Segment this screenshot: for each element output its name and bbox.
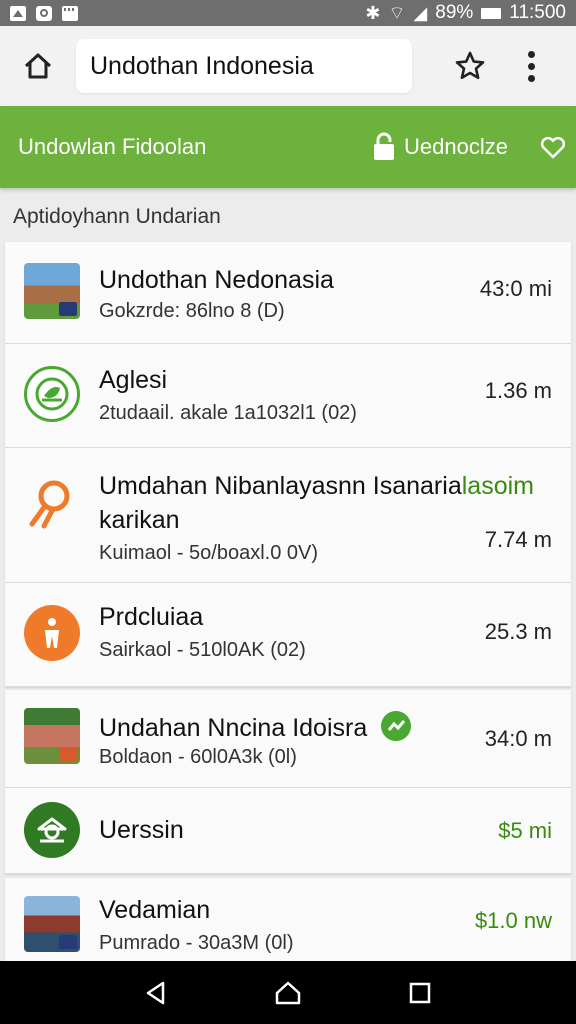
location-pin-icon <box>24 476 80 532</box>
list-item[interactable]: Aglesi 2tudaail. akale 1a1032l1 (02) 1.3… <box>5 344 571 448</box>
item-title: Uerssin <box>99 816 184 844</box>
heart-icon <box>540 136 566 159</box>
item-distance: 25.3 m <box>484 619 552 644</box>
bluetooth-icon: ✱ <box>365 2 381 23</box>
item-distance: 7.74 m <box>484 527 552 552</box>
item-distance: 43:0 mi <box>479 276 552 301</box>
bookmark-button[interactable] <box>450 46 490 86</box>
item-distance: $1.0 nw <box>474 908 552 933</box>
lock-icon <box>374 132 395 160</box>
recents-button[interactable] <box>400 973 440 1013</box>
home-icon <box>24 53 52 79</box>
list-item[interactable]: Vedamian Pumrado - 30a3M (0l) $1.0 nw <box>5 878 571 964</box>
item-subtitle: Boldaon - 60l0A3k (0l) <box>99 746 297 768</box>
list-item[interactable]: Uerssin $5 mi <box>5 788 571 874</box>
leaf-icon <box>24 366 80 422</box>
item-title-text: Undahan Nncina Idoisra <box>99 714 368 742</box>
item-subtitle: Sairkaol - 510l0AK (02) <box>99 639 306 661</box>
item-subtitle: Pumrado - 30a3M (0l) <box>99 932 294 954</box>
item-title: Undahan Nncina Idoisra <box>99 710 412 743</box>
verified-icon <box>381 711 412 741</box>
item-distance: $5 mi <box>498 818 552 843</box>
system-nav-bar <box>0 961 576 1024</box>
recents-square-icon <box>409 982 431 1003</box>
building-photo-icon <box>24 896 80 952</box>
app-bar-action-label: Uednoclze <box>404 134 508 159</box>
item-title-highlight: lasoim <box>461 472 534 500</box>
item-title-line2: karikan <box>99 506 180 534</box>
battery-icon <box>481 7 502 19</box>
list-item[interactable]: Undothan Nedonasia Gokzrde: 86lno 8 (D) … <box>5 242 571 344</box>
person-photo-icon <box>24 708 80 764</box>
app-notification-icon <box>36 5 52 21</box>
item-subtitle: Kuimaol - 5o/boaxl.0 0V) <box>99 542 319 564</box>
item-distance: 34:0 m <box>484 726 552 751</box>
item-title: Umdahan Nibanlayasnn Isanarialasoim <box>99 472 534 501</box>
mosque-photo-icon <box>24 263 80 319</box>
image-notification-icon <box>10 5 26 21</box>
item-title: Vedamian <box>99 896 211 924</box>
menu-dot-icon <box>527 74 535 82</box>
app-bar-title: Undowlan Fidoolan <box>18 134 207 159</box>
home-nav-icon <box>275 981 301 1004</box>
status-bar: ✱ ⌔ ◢ 89% 11:500 <box>0 0 576 26</box>
app-bar: Undowlan Fidoolan Uednoclze <box>0 106 576 188</box>
battery-percent: 89% <box>435 2 474 23</box>
item-title: Aglesi <box>99 366 168 394</box>
item-subtitle: 2tudaail. akale 1a1032l1 (02) <box>99 402 357 424</box>
back-triangle-icon <box>146 981 165 1004</box>
media-notification-icon <box>62 5 78 21</box>
signal-icon: ◢ <box>413 2 428 23</box>
item-title: Prdcluiaa <box>99 603 204 631</box>
star-icon <box>455 51 485 80</box>
section-title: Aptidoyhann Undarian <box>13 205 221 228</box>
list-item[interactable]: Umdahan Nibanlayasnn Isanarialasoim kari… <box>5 448 571 583</box>
url-text: Undothan Indonesia <box>90 51 314 80</box>
results-list: Undothan Nedonasia Gokzrde: 86lno 8 (D) … <box>5 242 571 964</box>
app-bar-action-button[interactable]: Uednoclze <box>372 132 508 162</box>
item-distance: 1.36 m <box>484 378 552 403</box>
home-nav-button[interactable] <box>268 973 308 1013</box>
item-title: Undothan Nedonasia <box>99 266 334 294</box>
clock: 11:500 <box>509 2 566 23</box>
list-item[interactable]: Undahan Nncina Idoisra Boldaon - 60l0A3k… <box>5 690 571 788</box>
url-bar[interactable]: Undothan Indonesia <box>76 39 412 93</box>
menu-dot-icon <box>527 62 535 70</box>
item-subtitle: Gokzrde: 86lno 8 (D) <box>99 300 285 322</box>
home-button[interactable] <box>0 26 76 106</box>
favorite-button[interactable] <box>540 134 566 160</box>
temple-icon <box>24 802 80 858</box>
person-icon <box>24 605 80 661</box>
overflow-menu-button[interactable] <box>516 46 546 86</box>
browser-toolbar: Undothan Indonesia <box>0 26 576 106</box>
menu-dot-icon <box>527 50 535 58</box>
wifi-icon: ⌔ <box>388 2 406 23</box>
list-item[interactable]: Prdcluiaa Sairkaol - 510l0AK (02) 25.3 m <box>5 583 571 687</box>
item-title-text: Umdahan Nibanlayasnn Isanaria <box>99 472 462 500</box>
back-button[interactable] <box>136 973 176 1013</box>
